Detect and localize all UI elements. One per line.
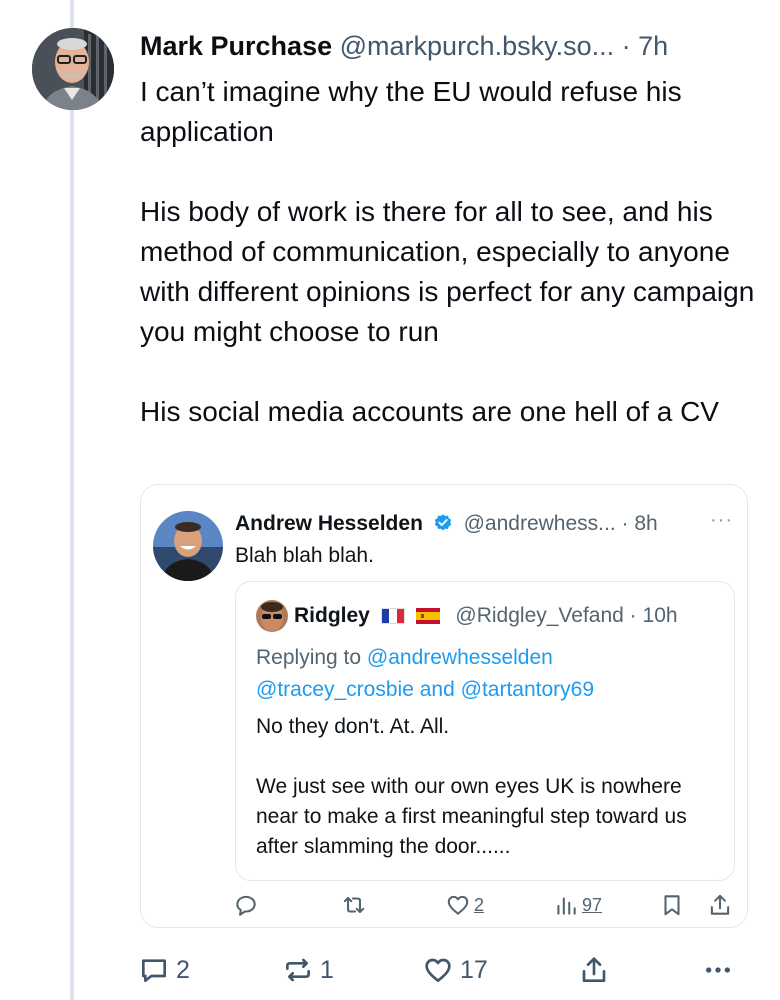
spain-flag-icon <box>415 608 440 624</box>
embed-views-button[interactable]: 97 <box>553 889 602 921</box>
heart-icon <box>447 895 469 915</box>
reply-icon <box>142 959 166 982</box>
and-word: and <box>419 678 455 701</box>
thread-line <box>70 0 74 1000</box>
separator-dot: · <box>621 512 629 535</box>
embed-share-button[interactable] <box>707 889 733 921</box>
embed-timestamp[interactable]: 8h <box>634 512 657 535</box>
share-button[interactable] <box>578 950 610 990</box>
author-avatar[interactable] <box>32 28 114 110</box>
verified-badge-icon <box>434 514 451 531</box>
quoted-author-handle[interactable]: @Ridgley_Vefand <box>455 604 623 627</box>
embed-author-avatar[interactable] <box>153 511 223 581</box>
separator-dot: · <box>621 31 631 61</box>
post-paragraph: I can’t imagine why the EU would refuse … <box>140 76 682 147</box>
views-icon <box>557 897 576 915</box>
more-button[interactable] <box>702 950 734 990</box>
mention-link[interactable]: @andrewhesselden <box>367 646 553 669</box>
quoted-text: No they don't. At. All. We just see with… <box>256 712 726 862</box>
reply-icon <box>236 895 256 916</box>
post-paragraph: His social media accounts are one hell o… <box>140 396 719 427</box>
embed-author-name[interactable]: Andrew Hesselden <box>235 512 423 535</box>
post-paragraph: His body of work is there for all to see… <box>140 196 755 347</box>
embed-bookmark-button[interactable] <box>659 889 685 921</box>
like-count: 17 <box>460 955 488 984</box>
retweet-icon <box>343 896 365 914</box>
post-header: Mark Purchase @markpurch.bsky.so... · 7h <box>140 28 760 64</box>
repost-count: 1 <box>320 955 334 984</box>
embedded-tweet-card[interactable]: Andrew Hesselden @andrewhess... · 8h ···… <box>140 484 748 928</box>
separator-dot: · <box>629 604 637 627</box>
replying-to: Replying to @andrewhesselden @tracey_cro… <box>256 642 726 706</box>
reply-count: 2 <box>176 955 190 984</box>
more-dots-icon <box>706 967 730 973</box>
bookmark-icon <box>664 895 680 916</box>
embed-views-count: 97 <box>582 894 603 915</box>
post-timestamp[interactable]: 7h <box>638 31 668 61</box>
quoted-paragraph: We just see with our own eyes UK is nowh… <box>256 775 687 858</box>
post-text: I can’t imagine why the EU would refuse … <box>140 72 765 432</box>
quoted-author-name[interactable]: Ridgley <box>294 604 370 627</box>
repost-button[interactable]: 1 <box>282 950 334 990</box>
share-icon <box>582 957 606 982</box>
like-button[interactable]: 17 <box>422 950 488 990</box>
embed-like-button[interactable]: 2 <box>445 889 484 921</box>
repost-icon <box>286 958 310 982</box>
post-action-bar: 2 1 17 <box>0 950 780 990</box>
embed-action-bar: 2 97 <box>141 889 747 921</box>
embed-like-count: 2 <box>474 894 485 915</box>
quoted-author-avatar[interactable] <box>256 600 288 632</box>
quoted-paragraph: No they don't. At. All. <box>256 715 450 738</box>
replying-prefix: Replying to <box>256 646 362 669</box>
heart-icon <box>425 958 451 982</box>
author-handle[interactable]: @markpurch.bsky.so... <box>340 31 614 61</box>
mention-link[interactable]: @tracey_crosbie <box>256 678 414 701</box>
quoted-timestamp[interactable]: 10h <box>643 604 678 627</box>
share-icon <box>710 894 730 915</box>
embed-reply-button[interactable] <box>233 889 259 921</box>
embed-retweet-button[interactable] <box>341 889 367 921</box>
embed-author-handle[interactable]: @andrewhess... <box>464 512 616 535</box>
more-options-icon[interactable]: ··· <box>710 509 733 532</box>
author-name[interactable]: Mark Purchase <box>140 31 332 61</box>
embed-header: Andrew Hesselden @andrewhess... · 8h <box>235 509 735 539</box>
mention-link[interactable]: @tartantory69 <box>461 678 594 701</box>
quoted-header: Ridgley @Ridgley_Vefand · 10h <box>294 600 678 632</box>
france-flag-icon <box>380 608 405 624</box>
reply-button[interactable]: 2 <box>138 950 190 990</box>
embed-text: Blah blah blah. <box>235 544 374 567</box>
quoted-tweet-card[interactable]: Ridgley @Ridgley_Vefand · 10h Replying t… <box>235 581 735 881</box>
